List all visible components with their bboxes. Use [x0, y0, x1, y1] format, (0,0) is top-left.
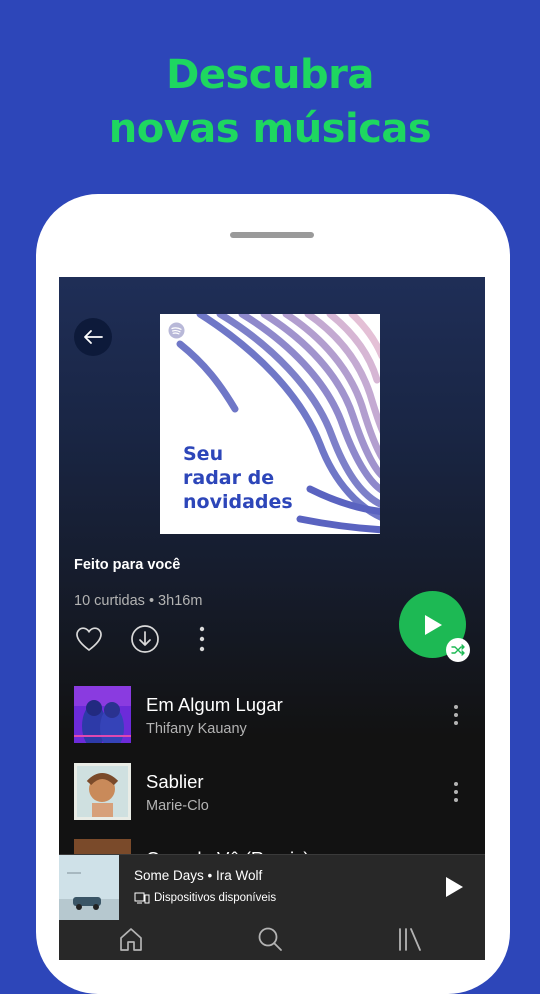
phone-speaker [230, 232, 314, 238]
more-vertical-icon [454, 705, 458, 725]
play-icon [446, 877, 463, 897]
headline: Descubra novas músicas [0, 48, 540, 156]
download-icon [131, 625, 159, 653]
track-artist: Marie-Clo [146, 798, 209, 814]
track-artist: Thifany Kauany [146, 721, 247, 737]
arrow-left-icon [84, 330, 103, 344]
download-button[interactable] [129, 623, 161, 655]
tab-library[interactable] [397, 926, 423, 957]
devices-label: Dispositivos disponíveis [154, 892, 277, 904]
now-playing-artwork [59, 855, 119, 921]
mini-play-button[interactable] [443, 875, 465, 904]
track-title: Sablier [146, 771, 204, 792]
track-more-button[interactable] [446, 703, 466, 727]
headline-line-1: Descubra [166, 52, 374, 98]
now-playing-title: Some Days • Ira Wolf [134, 868, 263, 883]
now-playing-bar[interactable]: Some Days • Ira Wolf Dispositivos dispon… [59, 854, 485, 921]
shuffle-icon [451, 644, 465, 656]
more-options-button[interactable] [192, 624, 212, 654]
tab-search[interactable] [257, 926, 283, 957]
made-for-label: Feito para você [74, 557, 181, 573]
library-icon [399, 928, 421, 951]
track-row[interactable]: Em Algum Lugar Thifany Kauany [74, 686, 474, 744]
track-title: Em Algum Lugar [146, 694, 283, 715]
shuffle-badge[interactable] [446, 638, 470, 662]
track-more-button[interactable] [446, 780, 466, 804]
home-icon [120, 928, 142, 951]
like-button[interactable] [74, 624, 104, 654]
cover-title: Seu radar de novidades [183, 442, 293, 514]
more-vertical-icon [454, 782, 458, 802]
cover-title-line-3: novidades [183, 491, 293, 513]
back-button[interactable] [74, 318, 112, 356]
cover-title-line-1: Seu [183, 443, 224, 465]
track-row[interactable]: Sablier Marie-Clo [74, 763, 474, 821]
playlist-cover: Seu radar de novidades [160, 314, 380, 534]
devices-available[interactable]: Dispositivos disponíveis [134, 892, 276, 904]
devices-icon [134, 892, 150, 904]
tab-home[interactable] [118, 926, 144, 957]
bottom-tab-bar [59, 920, 485, 960]
play-icon [424, 614, 442, 635]
heart-icon [76, 627, 102, 652]
more-vertical-icon [199, 626, 205, 652]
track-artwork [74, 763, 131, 820]
playlist-meta: 10 curtidas • 3h16m [74, 593, 203, 609]
search-icon [258, 927, 282, 951]
spotify-logo-icon [168, 322, 185, 339]
track-artwork [74, 686, 131, 743]
app-screen: Seu radar de novidades Feito para você 1… [59, 277, 485, 960]
headline-line-2: novas músicas [108, 106, 432, 152]
cover-title-line-2: radar de [183, 467, 275, 489]
